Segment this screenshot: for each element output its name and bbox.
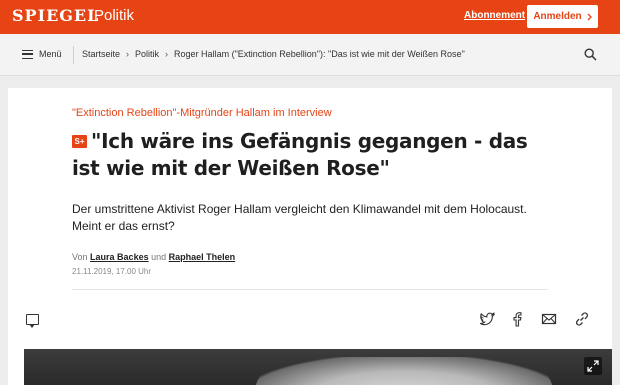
author-link-2[interactable]: Raphael Thelen <box>169 252 236 262</box>
login-button[interactable]: Anmelden <box>527 5 598 28</box>
twitter-icon[interactable] <box>479 311 495 327</box>
menu-label: Menü <box>39 49 62 59</box>
nav-divider <box>73 46 74 64</box>
chevron-right-icon: › <box>165 49 169 59</box>
breadcrumb-home[interactable]: Startseite <box>82 49 120 59</box>
breadcrumb-bar: Menü Startseite › Politik › Roger Hallam… <box>0 34 620 76</box>
article-photo <box>24 349 612 385</box>
section-title[interactable]: Politik <box>94 7 134 24</box>
breadcrumb-politik[interactable]: Politik <box>135 49 159 59</box>
breadcrumb-current: Roger Hallam ("Extinction Rebellion"): "… <box>174 49 465 59</box>
email-icon[interactable] <box>541 311 557 327</box>
link-icon[interactable] <box>574 311 590 327</box>
spiegel-plus-badge: S+ <box>72 135 87 148</box>
byline-prefix: Von <box>72 252 88 262</box>
expand-icon[interactable] <box>584 357 602 375</box>
photo-subject <box>254 357 554 385</box>
publish-date: 21.11.2019, 17.00 Uhr <box>72 267 152 276</box>
chevron-right-icon: › <box>126 49 130 59</box>
spiegel-logo[interactable]: SPIEGEL <box>12 6 99 25</box>
article-kicker: "Extinction Rebellion"-Mitgründer Hallam… <box>72 107 332 119</box>
site-header: SPIEGEL Politik Abonnement Anmelden <box>0 0 620 34</box>
article-card: "Extinction Rebellion"-Mitgründer Hallam… <box>8 88 612 385</box>
hamburger-icon <box>22 49 33 59</box>
divider <box>72 289 548 290</box>
facebook-icon[interactable] <box>509 311 525 327</box>
subscription-link[interactable]: Abonnement <box>464 10 525 21</box>
expand-arrows-icon <box>587 360 599 372</box>
article-byline: Von Laura Backes und Raphael Thelen <box>72 252 235 262</box>
byline-joiner: und <box>151 252 167 262</box>
search-icon[interactable] <box>584 48 597 61</box>
chevron-right-icon <box>587 13 592 20</box>
article-headline: "Ich wäre ins Gefängnis gegangen - das i… <box>72 129 528 180</box>
author-link-1[interactable]: Laura Backes <box>90 252 149 262</box>
breadcrumb: Startseite › Politik › Roger Hallam ("Ex… <box>82 49 465 59</box>
login-label: Anmelden <box>533 11 582 22</box>
comment-icon[interactable] <box>26 314 39 328</box>
article-teaser: Der umstrittene Aktivist Roger Hallam ve… <box>72 202 527 233</box>
menu-button[interactable]: Menü <box>22 49 62 59</box>
